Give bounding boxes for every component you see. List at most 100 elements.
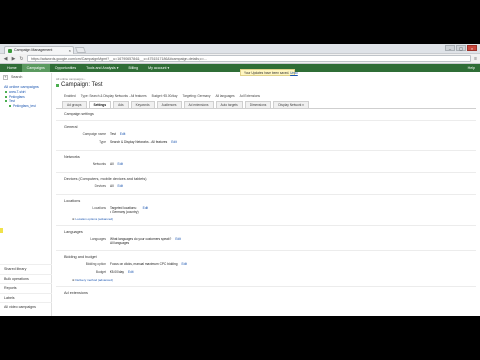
section-heading: General: [64, 125, 78, 129]
tab-ad-groups[interactable]: Ad groups: [62, 101, 87, 108]
title-bar: Campaign Management × – ▢ ×: [0, 44, 480, 54]
window-controls: – ▢ ×: [445, 45, 477, 51]
status-dot-icon: [56, 83, 59, 87]
section-heading: Locations: [64, 199, 81, 203]
edit-link[interactable]: Edit: [171, 140, 177, 145]
sidebar-search[interactable]: Search: [11, 75, 22, 79]
setting-row: Locations Targeted locations: • Germany …: [64, 206, 476, 214]
nav-tools[interactable]: Tools and Analysis ▾: [81, 64, 123, 72]
status-languages: All languages: [215, 94, 235, 98]
tab-ad-extensions[interactable]: Ad extensions: [183, 101, 214, 108]
tab-ads[interactable]: Ads: [113, 101, 129, 108]
sidebar-bottom-links: Shared library Bulk operations Reports L…: [0, 264, 52, 312]
sidebar-link-labels[interactable]: Labels: [0, 292, 52, 303]
sidebar-search-row: « Search: [0, 73, 51, 81]
tab-close-icon[interactable]: ×: [69, 47, 71, 54]
address-bar-row: ◀ ▶ ↻ https://adwords.google.com/cm/Camp…: [0, 54, 480, 64]
nav-help[interactable]: Help: [463, 64, 480, 72]
sidebar-link-reports[interactable]: Reports: [0, 283, 52, 293]
section-devices: Devices (Computers, mobile devices and t…: [56, 172, 476, 194]
setting-label: Locations: [92, 206, 106, 210]
breadcrumb[interactable]: All online campaigns ›: [56, 73, 476, 81]
sidebar-link-all-video-campaigns[interactable]: All video campaigns: [0, 302, 52, 312]
minimize-button[interactable]: –: [445, 45, 455, 51]
setting-row: Budget €5.00/day Edit: [64, 270, 476, 275]
sidebar-title[interactable]: All online campaigns: [0, 81, 51, 90]
tab-display-network[interactable]: Display Network ▾: [273, 101, 309, 108]
nav-my-account[interactable]: My account ▾: [143, 64, 174, 72]
setting-row: Campaign name Test Edit: [64, 132, 476, 137]
edit-link[interactable]: Edit: [143, 206, 149, 214]
setting-value: All: [110, 162, 114, 166]
setting-label: Type: [99, 140, 106, 144]
edit-link[interactable]: Edit: [120, 132, 126, 137]
nav-billing[interactable]: Billing: [124, 64, 144, 72]
new-tab-button[interactable]: [74, 47, 87, 53]
close-window-button[interactable]: ×: [467, 45, 477, 51]
settings-heading: Campaign settings: [64, 112, 94, 116]
setting-value: Test: [110, 132, 116, 136]
edit-link[interactable]: Edit: [118, 162, 124, 167]
setting-value: Search & Display Networks - All features: [110, 140, 168, 144]
section-heading: Networks: [64, 155, 80, 159]
edit-link[interactable]: Edit: [182, 262, 188, 267]
sidebar-link-bulk-operations[interactable]: Bulk operations: [0, 273, 52, 284]
nav-opportunities[interactable]: Opportunities: [50, 64, 81, 72]
tab-title: Campaign Management: [14, 48, 53, 52]
setting-label: Languages: [90, 237, 106, 241]
edit-link[interactable]: Edit: [128, 270, 134, 275]
status-enabled[interactable]: Enabled: [64, 94, 76, 98]
campaign-title: Campaign: Test: [61, 82, 103, 88]
status-targeting: Targeting: Germany: [182, 94, 211, 98]
sidebar: « Search All online campaigns www.T-shir…: [0, 73, 52, 316]
setting-value: What languages do your customers speak? …: [110, 237, 172, 245]
section-languages: Languages Languages What languages do yo…: [56, 225, 476, 250]
section-ad-extensions: Ad extensions: [56, 286, 476, 300]
tab-settings[interactable]: Settings: [88, 101, 112, 108]
status-budget: Budget: €5.00/day: [151, 94, 178, 98]
nav-home[interactable]: Home: [2, 64, 22, 72]
setting-value: Focus on clicks, manual maximum CPC bidd…: [110, 262, 178, 266]
cursor-highlight: [0, 228, 3, 233]
setting-label: Campaign name: [82, 132, 106, 136]
setting-label: Devices: [94, 184, 106, 188]
delivery-method-link[interactable]: Delivery method (advanced): [64, 278, 476, 282]
setting-label: Bidding option: [85, 262, 106, 266]
campaign-status-bar: Enabled Type: Search & Display Networks …: [56, 89, 476, 101]
location-options-link[interactable]: Location options (advanced): [64, 217, 476, 221]
section-heading: Ad extensions: [64, 291, 88, 295]
edit-link[interactable]: Edit: [118, 184, 124, 189]
sidebar-link-shared-library[interactable]: Shared library: [0, 264, 52, 274]
tab-dimensions[interactable]: Dimensions: [244, 101, 272, 108]
nav-campaigns[interactable]: Campaigns: [21, 64, 50, 72]
section-general: General Campaign name Test Edit Type Sea…: [56, 120, 476, 150]
maximize-button[interactable]: ▢: [456, 45, 466, 51]
section-heading: Bidding and budget: [64, 255, 97, 259]
setting-value: All: [110, 184, 114, 188]
collapse-sidebar-icon[interactable]: «: [3, 74, 8, 80]
status-extensions: Ad Extensions: [239, 94, 261, 98]
setting-row: Languages What languages do your custome…: [64, 237, 476, 245]
browser-window: Campaign Management × – ▢ × ◀ ▶ ↻ https:…: [0, 44, 480, 316]
browser-tab[interactable]: Campaign Management ×: [4, 46, 74, 54]
setting-row: Type Search & Display Networks - All fea…: [64, 140, 476, 145]
sidebar-adgroup-item[interactable]: Pekingfans_test: [0, 104, 51, 109]
tab-keywords[interactable]: Keywords: [130, 101, 155, 108]
tab-auto-targets[interactable]: Auto targets: [215, 101, 243, 108]
section-locations: Locations Locations Targeted locations: …: [56, 194, 476, 225]
setting-label: Budget: [95, 270, 106, 274]
reload-icon[interactable]: ↻: [19, 56, 24, 62]
menu-icon[interactable]: ≡: [474, 56, 477, 62]
section-heading: Languages: [64, 230, 83, 234]
forward-icon[interactable]: ▶: [11, 56, 16, 62]
section-networks: Networks Networks All Edit: [56, 150, 476, 172]
back-icon[interactable]: ◀: [3, 56, 8, 62]
main-content: All online campaigns › Campaign: Test En…: [56, 73, 476, 316]
setting-row: Bidding option Focus on clicks, manual m…: [64, 262, 476, 267]
tab-audiences[interactable]: Audiences: [156, 101, 182, 108]
section-heading: Devices (Computers, mobile devices and t…: [64, 177, 147, 181]
edit-link[interactable]: Edit: [175, 237, 181, 245]
setting-value: €5.00/day: [110, 270, 125, 274]
status-type: Type: Search & Display Networks - All fe…: [80, 94, 147, 98]
url-input[interactable]: https://adwords.google.com/cm/CampaignMg…: [27, 55, 472, 62]
